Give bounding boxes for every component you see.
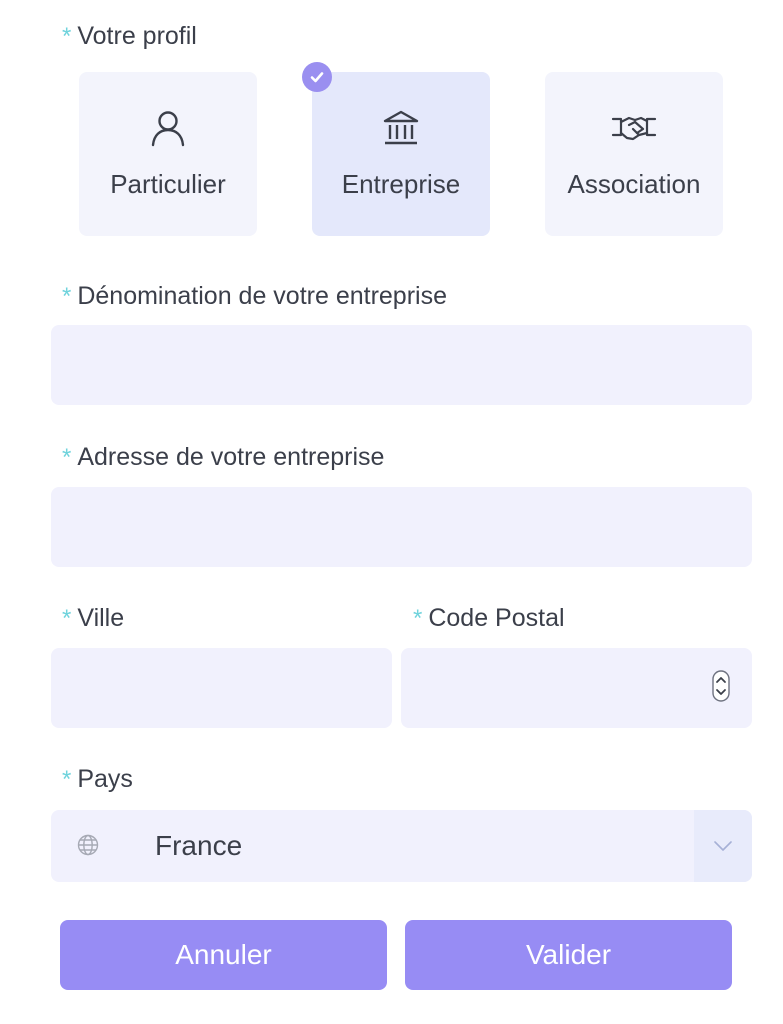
company-address-label-text: Adresse de votre entreprise xyxy=(77,443,385,471)
country-label-text: Pays xyxy=(77,765,133,793)
cancel-button[interactable]: Annuler xyxy=(60,920,387,990)
profile-option-label: Entreprise xyxy=(341,169,461,199)
handshake-icon xyxy=(545,106,723,150)
profile-option-association[interactable]: Association xyxy=(545,72,723,236)
country-selected-value: France xyxy=(155,830,243,861)
required-mark: * xyxy=(413,605,423,632)
globe-icon xyxy=(77,834,99,861)
country-label: * Pays xyxy=(62,765,133,794)
city-input[interactable] xyxy=(51,648,392,728)
submit-button[interactable]: Valider xyxy=(405,920,732,990)
profile-option-particulier[interactable]: Particulier xyxy=(79,72,257,236)
company-profile-form: * Votre profil Particulier Entreprise As… xyxy=(0,0,783,1024)
profile-label-text: Votre profil xyxy=(77,22,197,50)
company-name-label-text: Dénomination de votre entreprise xyxy=(77,282,447,310)
profile-option-entreprise[interactable]: Entreprise xyxy=(302,62,490,236)
check-icon xyxy=(302,62,332,92)
city-label-text: Ville xyxy=(77,604,125,632)
company-address-label: * Adresse de votre entreprise xyxy=(62,443,384,472)
profile-label: * Votre profil xyxy=(62,22,197,51)
country-select[interactable]: France xyxy=(51,810,752,882)
profile-option-label: Particulier xyxy=(110,169,226,199)
postal-code-input[interactable] xyxy=(401,648,752,728)
required-mark: * xyxy=(62,605,72,632)
required-mark: * xyxy=(62,283,72,310)
required-mark: * xyxy=(62,444,72,471)
postal-code-label-text: Code Postal xyxy=(428,604,565,632)
required-mark: * xyxy=(62,766,72,793)
chevron-down-icon[interactable] xyxy=(694,810,752,882)
company-name-label: * Dénomination de votre entreprise xyxy=(62,282,447,311)
person-icon xyxy=(79,106,257,150)
city-label: * Ville xyxy=(62,604,124,633)
required-mark: * xyxy=(62,23,72,50)
company-address-input[interactable] xyxy=(51,487,752,567)
company-name-input[interactable] xyxy=(51,325,752,405)
number-spinner[interactable] xyxy=(712,670,730,702)
bank-building-icon xyxy=(312,106,490,150)
profile-option-label: Association xyxy=(567,169,701,199)
postal-code-label: * Code Postal xyxy=(413,604,565,633)
postal-code-field xyxy=(401,648,752,728)
